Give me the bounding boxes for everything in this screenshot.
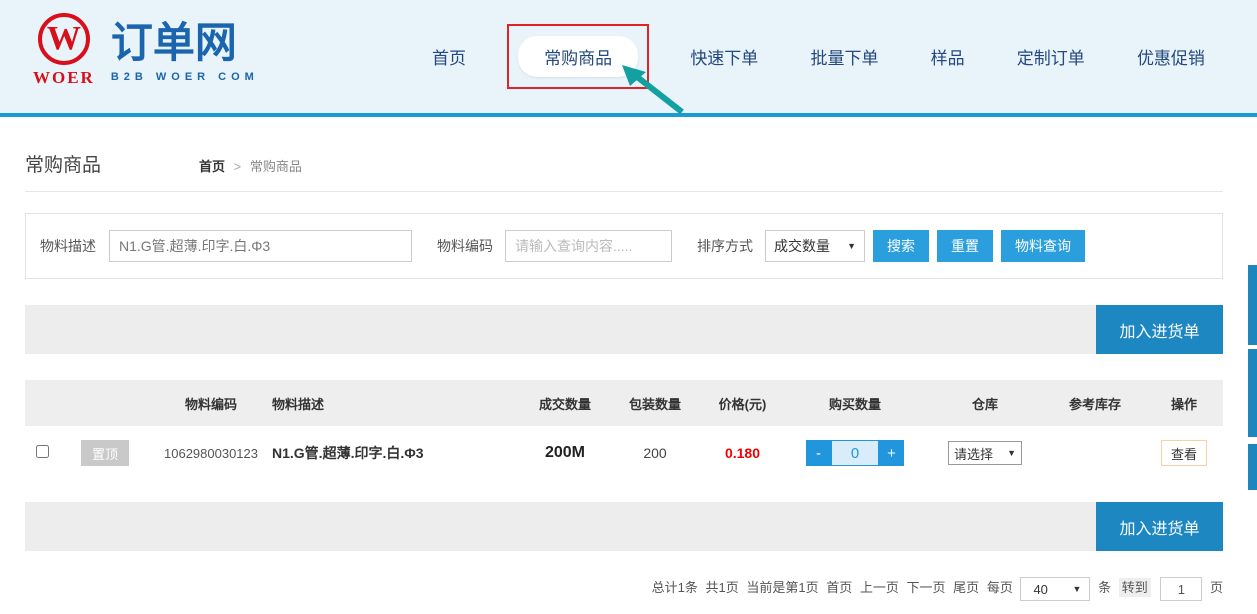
side-quick-panel-item[interactable] xyxy=(1248,349,1257,437)
nav-item-promotions[interactable]: 优惠促销 xyxy=(1137,44,1205,69)
cell-material-desc: N1.G管.超薄.印字.白.Φ3 xyxy=(272,443,520,463)
side-quick-panel-item[interactable] xyxy=(1248,444,1257,490)
cell-pack-qty: 200 xyxy=(610,445,700,461)
nav-item-samples[interactable]: 样品 xyxy=(931,44,965,69)
chevron-down-icon: ▼ xyxy=(847,241,856,251)
nav-item-quick-order[interactable]: 快速下单 xyxy=(690,44,758,69)
nav-item-bulk-order[interactable]: 批量下单 xyxy=(810,44,878,69)
sort-mode-label: 排序方式 xyxy=(697,236,753,256)
nav-item-frequent-products-wrap: 常购商品 xyxy=(518,36,638,77)
pagination-prev[interactable]: 上一页 xyxy=(860,580,899,595)
site-title: 订单网 xyxy=(111,19,259,67)
view-button[interactable]: 查看 xyxy=(1161,440,1207,466)
cell-material-code: 1062980030123 xyxy=(150,446,272,461)
search-button[interactable]: 搜索 xyxy=(873,230,929,262)
col-header-material-desc: 物料描述 xyxy=(272,394,520,413)
pagination-last[interactable]: 尾页 xyxy=(953,580,979,595)
chevron-down-icon: ▼ xyxy=(1073,584,1082,594)
col-header-price: 价格(元) xyxy=(700,394,785,413)
col-header-deal-qty: 成交数量 xyxy=(520,394,610,413)
col-header-pack-qty: 包装数量 xyxy=(610,394,700,413)
material-desc-label: 物料描述 xyxy=(40,236,96,256)
breadcrumb-separator: > xyxy=(234,159,242,174)
side-quick-panel-item[interactable] xyxy=(1248,265,1257,345)
quantity-stepper: - + xyxy=(806,440,904,466)
material-code-input[interactable] xyxy=(505,230,672,262)
site-subtitle: B2B WOER COM xyxy=(111,71,259,83)
pagination-pages: 共1页 xyxy=(706,580,739,595)
col-header-operation: 操作 xyxy=(1145,394,1223,413)
row-checkbox[interactable] xyxy=(36,445,49,458)
material-desc-input[interactable] xyxy=(109,230,412,262)
title-row: 常购商品 首页 > 常购商品 xyxy=(25,150,1223,192)
page-title: 常购商品 xyxy=(25,150,101,177)
reset-button[interactable]: 重置 xyxy=(937,230,993,262)
woer-logo-icon: W WOER xyxy=(33,13,95,88)
add-to-cart-button-bottom[interactable]: 加入进货单 xyxy=(1096,502,1223,551)
logo-w-letter: W xyxy=(47,22,81,56)
col-header-material-code: 物料编码 xyxy=(150,394,272,413)
chevron-down-icon: ▼ xyxy=(1007,448,1016,458)
col-header-buy-qty: 购买数量 xyxy=(785,394,925,413)
breadcrumb: 首页 > 常购商品 xyxy=(199,156,302,175)
table-header-row: 物料编码 物料描述 成交数量 包装数量 价格(元) 购买数量 仓库 参考库存 操… xyxy=(25,380,1223,426)
breadcrumb-current: 常购商品 xyxy=(250,159,302,174)
col-header-warehouse: 仓库 xyxy=(925,394,1045,413)
sort-mode-select[interactable]: 成交数量 ▼ xyxy=(765,230,865,262)
quantity-plus-button[interactable]: + xyxy=(879,440,904,466)
cell-deal-qty: 200M xyxy=(520,444,610,462)
warehouse-value: 请选择 xyxy=(954,444,993,463)
pagination-next[interactable]: 下一页 xyxy=(907,580,946,595)
bottom-action-bar: 加入进货单 xyxy=(25,502,1223,551)
logo-circle: W xyxy=(38,13,90,65)
per-page-value: 40 xyxy=(1033,582,1047,597)
logo[interactable]: W WOER 订单网 B2B WOER COM xyxy=(33,13,259,88)
nav-item-home[interactable]: 首页 xyxy=(432,44,466,69)
logo-brand-text: WOER xyxy=(33,68,95,88)
per-page-unit: 条 xyxy=(1098,580,1111,595)
goto-page-input[interactable] xyxy=(1160,577,1202,601)
add-to-cart-button-top[interactable]: 加入进货单 xyxy=(1096,305,1223,354)
filter-bar: 物料描述 物料编码 排序方式 成交数量 ▼ 搜索 重置 物料查询 xyxy=(25,213,1223,279)
nav-item-frequent-products[interactable]: 常购商品 xyxy=(518,36,638,77)
breadcrumb-home[interactable]: 首页 xyxy=(199,159,225,174)
site-header: W WOER 订单网 B2B WOER COM 首页 常购商品 快速下单 批量下… xyxy=(0,0,1257,117)
main-content: 常购商品 首页 > 常购商品 物料描述 物料编码 排序方式 成交数量 ▼ 搜索 … xyxy=(25,150,1223,601)
logo-text: 订单网 B2B WOER COM xyxy=(111,13,259,83)
top-action-bar: 加入进货单 xyxy=(25,305,1223,354)
quantity-input[interactable] xyxy=(831,440,879,466)
side-quick-panel xyxy=(1248,265,1257,490)
pagination: 总计1条 共1页 当前是第1页 首页 上一页 下一页 尾页 每页 40 ▼ 条 … xyxy=(25,577,1223,601)
pin-top-button[interactable]: 置顶 xyxy=(81,440,129,466)
pagination-total: 总计1条 xyxy=(652,580,698,595)
material-code-label: 物料编码 xyxy=(437,236,493,256)
sort-mode-value: 成交数量 xyxy=(774,236,830,256)
quantity-minus-button[interactable]: - xyxy=(806,440,831,466)
per-page-select[interactable]: 40 ▼ xyxy=(1020,577,1090,601)
nav-item-custom-order[interactable]: 定制订单 xyxy=(1017,44,1085,69)
cell-price: 0.180 xyxy=(700,445,785,461)
goto-label: 转到 xyxy=(1119,578,1151,597)
pagination-first[interactable]: 首页 xyxy=(826,580,852,595)
table-row: 置顶 1062980030123 N1.G管.超薄.印字.白.Φ3 200M 2… xyxy=(25,426,1223,480)
goto-page-unit: 页 xyxy=(1210,580,1223,595)
col-header-ref-stock: 参考库存 xyxy=(1045,394,1145,413)
main-nav: 首页 常购商品 快速下单 批量下单 样品 定制订单 优惠促销 xyxy=(432,36,1205,77)
per-page-label: 每页 xyxy=(987,580,1013,595)
warehouse-select[interactable]: 请选择 ▼ xyxy=(948,441,1022,465)
pagination-current: 当前是第1页 xyxy=(746,580,818,595)
material-query-button[interactable]: 物料查询 xyxy=(1001,230,1085,262)
